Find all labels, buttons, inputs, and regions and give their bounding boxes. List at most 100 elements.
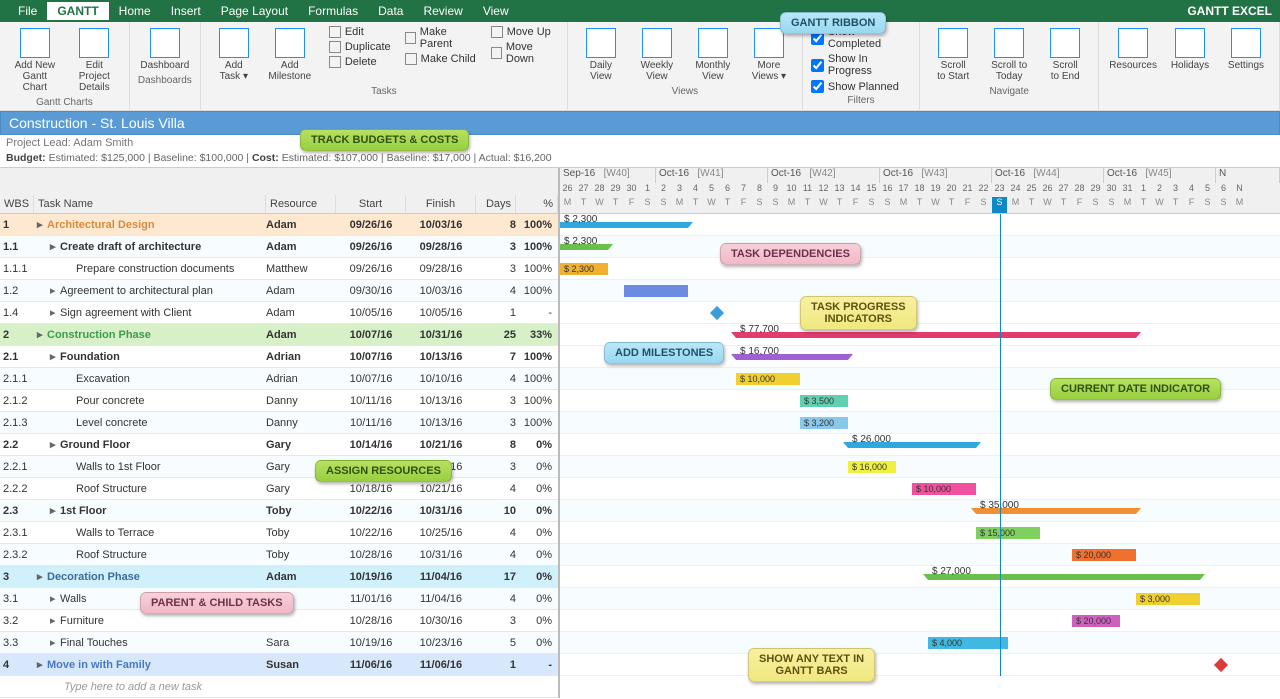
cell-pct[interactable]: 100% — [516, 285, 558, 297]
more-views-button[interactable]: MoreViews ▾ — [744, 26, 794, 84]
task-row[interactable]: 2.3 ▸1st Floor Toby 10/22/16 10/31/16 10… — [0, 500, 558, 522]
cell-days[interactable]: 4 — [476, 549, 516, 561]
cell-resource[interactable]: Adam — [266, 285, 336, 297]
cell-task[interactable]: ▸Sign agreement with Client — [34, 306, 266, 319]
cell-start[interactable]: 10/22/16 — [336, 527, 406, 539]
cell-pct[interactable]: 100% — [516, 241, 558, 253]
cell-resource[interactable]: Adam — [266, 571, 336, 583]
cell-finish[interactable]: 10/16/16 — [406, 461, 476, 473]
cell-days[interactable]: 3 — [476, 241, 516, 253]
gantt-bar[interactable]: $ 3,000 — [1136, 593, 1200, 605]
cell-finish[interactable]: 10/13/16 — [406, 395, 476, 407]
gantt-bar[interactable]: $ 20,000 — [1072, 549, 1136, 561]
ribbon-make-child[interactable]: Make Child — [405, 53, 477, 65]
gantt-bar[interactable] — [624, 285, 688, 297]
task-row[interactable]: 2.1.1 Excavation Adrian 10/07/16 10/10/1… — [0, 368, 558, 390]
task-row[interactable]: 3 ▸Decoration Phase Adam 10/19/16 11/04/… — [0, 566, 558, 588]
cell-start[interactable]: 10/28/16 — [336, 615, 406, 627]
cell-days[interactable]: 3 — [476, 417, 516, 429]
new-task-placeholder[interactable]: Type here to add a new task — [34, 681, 558, 693]
ribbon-duplicate[interactable]: Duplicate — [329, 41, 391, 53]
edit-project-button[interactable]: Edit ProjectDetails — [68, 26, 121, 95]
cell-finish[interactable]: 10/23/16 — [406, 637, 476, 649]
cell-task[interactable]: ▸1st Floor — [34, 504, 266, 517]
cell-pct[interactable]: 0% — [516, 593, 558, 605]
menu-data[interactable]: Data — [368, 4, 413, 18]
menu-file[interactable]: File — [8, 4, 47, 18]
cell-task[interactable]: ▸Create draft of architecture — [34, 240, 266, 253]
cell-pct[interactable]: 0% — [516, 505, 558, 517]
cell-start[interactable]: 09/26/16 — [336, 219, 406, 231]
cell-resource[interactable]: Danny — [266, 395, 336, 407]
cell-days[interactable]: 10 — [476, 505, 516, 517]
cell-pct[interactable]: 0% — [516, 483, 558, 495]
menu-gantt[interactable]: GANTT — [47, 2, 108, 20]
col-finish[interactable]: Finish — [406, 195, 476, 213]
cell-resource[interactable]: Adam — [266, 307, 336, 319]
monthly-button[interactable]: MonthlyView — [688, 26, 738, 84]
cell-days[interactable]: 4 — [476, 483, 516, 495]
ribbon-delete[interactable]: Delete — [329, 56, 391, 68]
cell-finish[interactable]: 11/06/16 — [406, 659, 476, 671]
menu-home[interactable]: Home — [109, 4, 161, 18]
scroll-end-button[interactable]: Scrollto End — [1040, 26, 1090, 84]
col-resource[interactable]: Resource — [266, 195, 336, 213]
gantt-bar[interactable]: $ 4,000 — [928, 637, 1008, 649]
cell-task[interactable]: ▸Decoration Phase — [34, 570, 266, 583]
task-row[interactable]: 1.1 ▸Create draft of architecture Adam 0… — [0, 236, 558, 258]
cell-days[interactable]: 4 — [476, 527, 516, 539]
cell-start[interactable]: 10/14/16 — [336, 461, 406, 473]
cell-start[interactable]: 10/07/16 — [336, 329, 406, 341]
cell-task[interactable]: ▸Final Touches — [34, 636, 266, 649]
task-row[interactable]: 1.2 ▸Agreement to architectural plan Ada… — [0, 280, 558, 302]
cell-days[interactable]: 25 — [476, 329, 516, 341]
cell-pct[interactable]: 0% — [516, 615, 558, 627]
cell-finish[interactable]: 10/31/16 — [406, 549, 476, 561]
task-row[interactable]: 2.2 ▸Ground Floor Gary 10/14/16 10/21/16… — [0, 434, 558, 456]
settings-button[interactable]: Settings — [1221, 26, 1271, 73]
cell-pct[interactable]: 0% — [516, 527, 558, 539]
cell-days[interactable]: 8 — [476, 439, 516, 451]
task-row[interactable]: 2 ▸Construction Phase Adam 10/07/16 10/3… — [0, 324, 558, 346]
col-start[interactable]: Start — [336, 195, 406, 213]
col-pct[interactable]: % — [516, 195, 558, 213]
cell-task[interactable]: Roof Structure — [34, 549, 266, 561]
cell-finish[interactable]: 10/13/16 — [406, 417, 476, 429]
cell-days[interactable]: 4 — [476, 373, 516, 385]
gantt-bar[interactable]: $ 20,000 — [1072, 615, 1120, 627]
task-row[interactable]: 2.1.2 Pour concrete Danny 10/11/16 10/13… — [0, 390, 558, 412]
resources-button[interactable]: Resources — [1107, 26, 1159, 73]
scroll-today-button[interactable]: Scroll toToday — [984, 26, 1034, 84]
menu-formulas[interactable]: Formulas — [298, 4, 368, 18]
cell-resource[interactable]: Adrian — [266, 351, 336, 363]
cell-task[interactable]: ▸Architectural Design — [34, 218, 266, 231]
cell-resource[interactable]: Sara — [266, 637, 336, 649]
cell-pct[interactable]: - — [516, 659, 558, 671]
holidays-button[interactable]: Holidays — [1165, 26, 1215, 73]
cell-pct[interactable]: 0% — [516, 549, 558, 561]
gantt-bar[interactable]: $ 26,000 — [848, 442, 976, 448]
cell-finish[interactable]: 10/03/16 — [406, 219, 476, 231]
gantt-bar[interactable]: $ 15,000 — [976, 527, 1040, 539]
cell-resource[interactable]: Adam — [266, 329, 336, 341]
cell-task[interactable]: Roof Structure — [34, 483, 266, 495]
cell-start[interactable]: 10/19/16 — [336, 571, 406, 583]
cell-finish[interactable]: 10/25/16 — [406, 527, 476, 539]
gantt-bar[interactable]: $ 10,000 — [912, 483, 976, 495]
cell-finish[interactable]: 10/31/16 — [406, 329, 476, 341]
gantt-bar[interactable]: $ 27,000 — [928, 574, 1200, 580]
cell-pct[interactable]: 100% — [516, 351, 558, 363]
cell-resource[interactable]: Adrian — [266, 373, 336, 385]
gantt-bar[interactable]: $ 16,700 — [736, 354, 848, 360]
cell-days[interactable]: 3 — [476, 461, 516, 473]
gantt-bar[interactable]: $ 10,000 — [736, 373, 800, 385]
cell-pct[interactable]: 0% — [516, 461, 558, 473]
cell-resource[interactable]: Matthew — [266, 263, 336, 275]
cell-resource[interactable]: Danny — [266, 417, 336, 429]
weekly-button[interactable]: WeeklyView — [632, 26, 682, 84]
cell-finish[interactable]: 09/28/16 — [406, 263, 476, 275]
task-row[interactable]: 2.2.2 Roof Structure Gary 10/18/16 10/21… — [0, 478, 558, 500]
task-row[interactable]: 4 ▸Move in with Family Susan 11/06/16 11… — [0, 654, 558, 676]
cell-resource[interactable]: Adam — [266, 241, 336, 253]
cell-days[interactable]: 7 — [476, 351, 516, 363]
